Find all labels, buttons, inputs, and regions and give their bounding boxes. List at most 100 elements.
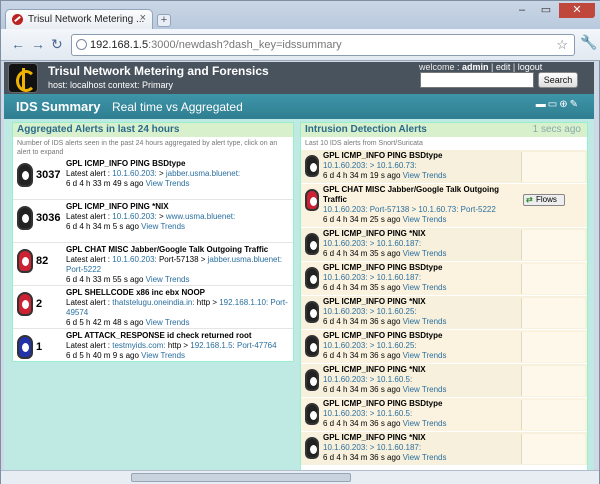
view-trends-link[interactable]: View Trends: [146, 318, 190, 327]
alert-destination[interactable]: www.usma.bluenet:: [166, 212, 235, 221]
view-trends-link[interactable]: View Trends: [403, 453, 447, 462]
ids-alert-title[interactable]: GPL ICMP_INFO PING BSDtype: [323, 331, 523, 341]
ids-alert-endpoints[interactable]: 10.1.60.203: > 10.1.60.25:: [323, 341, 523, 351]
ids-alert-row[interactable]: GPL ICMP_INFO PING BSDtype 10.1.60.203: >…: [301, 398, 587, 432]
aggregated-alert-item[interactable]: 82 GPL CHAT MISC Jabber/Google Talk Outgo…: [15, 245, 293, 284]
alert-age: 6 d 5 h 40 m 9 s ago: [66, 351, 139, 360]
alert-source[interactable]: 10.1.60.203:: [112, 212, 156, 221]
ids-alert-details: GPL ICMP_INFO PING BSDtype 10.1.60.203: >…: [323, 263, 523, 293]
scrollbar-thumb[interactable]: [131, 473, 351, 482]
ids-alert-details: GPL ICMP_INFO PING BSDtype 10.1.60.203: >…: [323, 331, 523, 361]
alert-priority-icon: [305, 267, 319, 289]
aggregated-alert-item[interactable]: 3037 GPL ICMP_INFO PING BSDtype Latest ale…: [15, 159, 293, 197]
view-trends-link[interactable]: View Trends: [403, 171, 447, 180]
ids-alert-age-line: 6 d 4 h 34 m 19 s ago View Trends: [323, 171, 523, 181]
user-name[interactable]: admin: [462, 62, 489, 72]
ids-alert-title[interactable]: GPL CHAT MISC Jabber/Google Talk Outgoin…: [323, 185, 523, 205]
alert-age-line: 6 d 5 h 40 m 9 s ago View Trends: [66, 351, 292, 361]
alert-title[interactable]: GPL ICMP_INFO PING BSDtype: [66, 159, 292, 169]
close-tab-icon[interactable]: ×: [140, 12, 146, 24]
view-trends-link[interactable]: View Trends: [403, 249, 447, 258]
browser-tab[interactable]: Trisul Network Metering ... ×: [5, 9, 153, 29]
new-tab-button[interactable]: +: [157, 14, 171, 27]
alert-source[interactable]: thatstelugu.oneindia.in:: [112, 298, 194, 307]
ids-alert-endpoints[interactable]: 10.1.60.203: > 10.1.60.73:: [323, 161, 523, 171]
aggregated-alert-item[interactable]: 2 GPL SHELLCODE x86 inc ebx NOOP Latest al…: [15, 288, 293, 327]
ids-alert-endpoints[interactable]: 10.1.60.203: > 10.1.60.187:: [323, 273, 523, 283]
horizontal-scrollbar[interactable]: [1, 470, 599, 484]
dashboard-tool-icons[interactable]: ▬▭⊕✎: [536, 99, 580, 110]
ids-alert-endpoints[interactable]: 10.1.60.203: Port-57138 > 10.1.60.73: Po…: [323, 205, 523, 215]
ids-alert-row[interactable]: GPL ICMP_INFO PING BSDtype 10.1.60.203: >…: [301, 262, 587, 296]
search-input[interactable]: [420, 72, 534, 88]
ids-alert-endpoints[interactable]: 10.1.60.203: > 10.1.60.25:: [323, 307, 523, 317]
minimize-button[interactable]: –: [511, 3, 533, 18]
ghost-face-icon: [310, 163, 317, 172]
back-arrow-icon[interactable]: ←: [11, 36, 25, 52]
aggregated-alert-item[interactable]: 1 GPL ATTACK_RESPONSE id check returned r…: [15, 331, 293, 369]
latest-alert-label: Latest alert :: [66, 341, 113, 350]
ids-alert-age: 6 d 4 h 34 m 36 s ago: [323, 419, 401, 428]
alert-age-line: 6 d 4 h 33 m 49 s ago View Trends: [66, 179, 292, 189]
ids-alert-title[interactable]: GPL ICMP_INFO PING BSDtype: [323, 263, 523, 273]
ids-alert-row[interactable]: GPL ICMP_INFO PING *NIX 10.1.60.203: > 10…: [301, 432, 587, 466]
alert-title[interactable]: GPL SHELLCODE x86 inc ebx NOOP: [66, 288, 292, 298]
ids-alert-title[interactable]: GPL ICMP_INFO PING BSDtype: [323, 399, 523, 409]
ids-alert-endpoints[interactable]: 10.1.60.203: > 10.1.60.187:: [323, 239, 523, 249]
alert-destination[interactable]: jabber.usma.bluenet:: [166, 169, 240, 178]
alert-title[interactable]: GPL ICMP_INFO PING *NIX: [66, 202, 292, 212]
alert-priority-icon: [17, 163, 33, 187]
view-trends-link[interactable]: View Trends: [403, 385, 447, 394]
reload-icon[interactable]: ↻: [51, 36, 63, 53]
view-trends-link[interactable]: View Trends: [403, 317, 447, 326]
ids-alert-endpoints[interactable]: 10.1.60.203: > 10.1.60.5:: [323, 375, 523, 385]
alert-priority-icon: [305, 233, 319, 255]
ids-alert-row[interactable]: GPL CHAT MISC Jabber/Google Talk Outgoin…: [301, 184, 587, 228]
ids-alert-title[interactable]: GPL ICMP_INFO PING *NIX: [323, 365, 523, 375]
view-trends-link[interactable]: View Trends: [146, 275, 190, 284]
ids-alert-title[interactable]: GPL ICMP_INFO PING *NIX: [323, 297, 523, 307]
ids-alert-endpoints[interactable]: 10.1.60.203: > 10.1.60.187:: [323, 443, 523, 453]
ids-alert-row[interactable]: GPL ICMP_INFO PING BSDtype 10.1.60.203: >…: [301, 330, 587, 364]
action-cell: [521, 264, 585, 294]
alert-count: 82: [36, 255, 49, 267]
alert-source[interactable]: 10.1.60.203:: [112, 255, 156, 264]
edit-link[interactable]: edit: [496, 62, 511, 72]
alert-title[interactable]: GPL ATTACK_RESPONSE id check returned ro…: [66, 331, 292, 341]
ids-alert-row[interactable]: GPL ICMP_INFO PING BSDtype 10.1.60.203: >…: [301, 150, 587, 184]
alert-arrow: http >: [165, 341, 191, 350]
close-window-button[interactable]: ✕: [559, 3, 595, 18]
ids-alert-row[interactable]: GPL ICMP_INFO PING *NIX 10.1.60.203: > 10…: [301, 296, 587, 330]
forward-arrow-icon[interactable]: →: [31, 36, 45, 52]
ids-alert-title[interactable]: GPL ICMP_INFO PING BSDtype: [323, 151, 523, 161]
alert-destination[interactable]: 192.168.1.5: Port-47764: [190, 341, 276, 350]
ids-alert-endpoints[interactable]: 10.1.60.203: > 10.1.60.5:: [323, 409, 523, 419]
view-trends-link[interactable]: View Trends: [141, 351, 185, 360]
aggregated-alert-item[interactable]: 3036 GPL ICMP_INFO PING *NIX Latest alert …: [15, 202, 293, 240]
ids-alert-title[interactable]: GPL ICMP_INFO PING *NIX: [323, 229, 523, 239]
view-trends-link[interactable]: View Trends: [403, 283, 447, 292]
view-trends-link[interactable]: View Trends: [146, 179, 190, 188]
logout-link[interactable]: logout: [518, 62, 543, 72]
ids-alert-row[interactable]: GPL ICMP_INFO PING *NIX 10.1.60.203: > 10…: [301, 228, 587, 262]
tab-title: Trisul Network Metering ...: [28, 14, 145, 25]
ghost-face-icon: [22, 300, 29, 309]
search-button[interactable]: Search: [538, 72, 578, 88]
maximize-button[interactable]: ▭: [535, 3, 557, 18]
alert-arrow: >: [156, 169, 166, 178]
ids-alert-age: 6 d 4 h 34 m 36 s ago: [323, 453, 401, 462]
browser-window: Trisul Network Metering ... × + – ▭ ✕ ← …: [0, 0, 600, 484]
address-bar[interactable]: 192.168.1.5:3000/newdash?dash_key=idssum…: [71, 34, 575, 56]
flows-button[interactable]: Flows: [523, 194, 565, 206]
view-trends-link[interactable]: View Trends: [141, 222, 185, 231]
ids-alert-row[interactable]: GPL ICMP_INFO PING *NIX 10.1.60.203: > 10…: [301, 364, 587, 398]
alert-source[interactable]: testmyids.com:: [112, 341, 165, 350]
view-trends-link[interactable]: View Trends: [403, 215, 447, 224]
wrench-icon[interactable]: 🔧: [580, 34, 597, 51]
view-trends-link[interactable]: View Trends: [403, 351, 447, 360]
bookmark-star-icon[interactable]: ☆: [556, 35, 568, 55]
view-trends-link[interactable]: View Trends: [403, 419, 447, 428]
alert-title[interactable]: GPL CHAT MISC Jabber/Google Talk Outgoin…: [66, 245, 292, 255]
alert-source[interactable]: 10.1.60.203:: [112, 169, 156, 178]
ids-alert-title[interactable]: GPL ICMP_INFO PING *NIX: [323, 433, 523, 443]
